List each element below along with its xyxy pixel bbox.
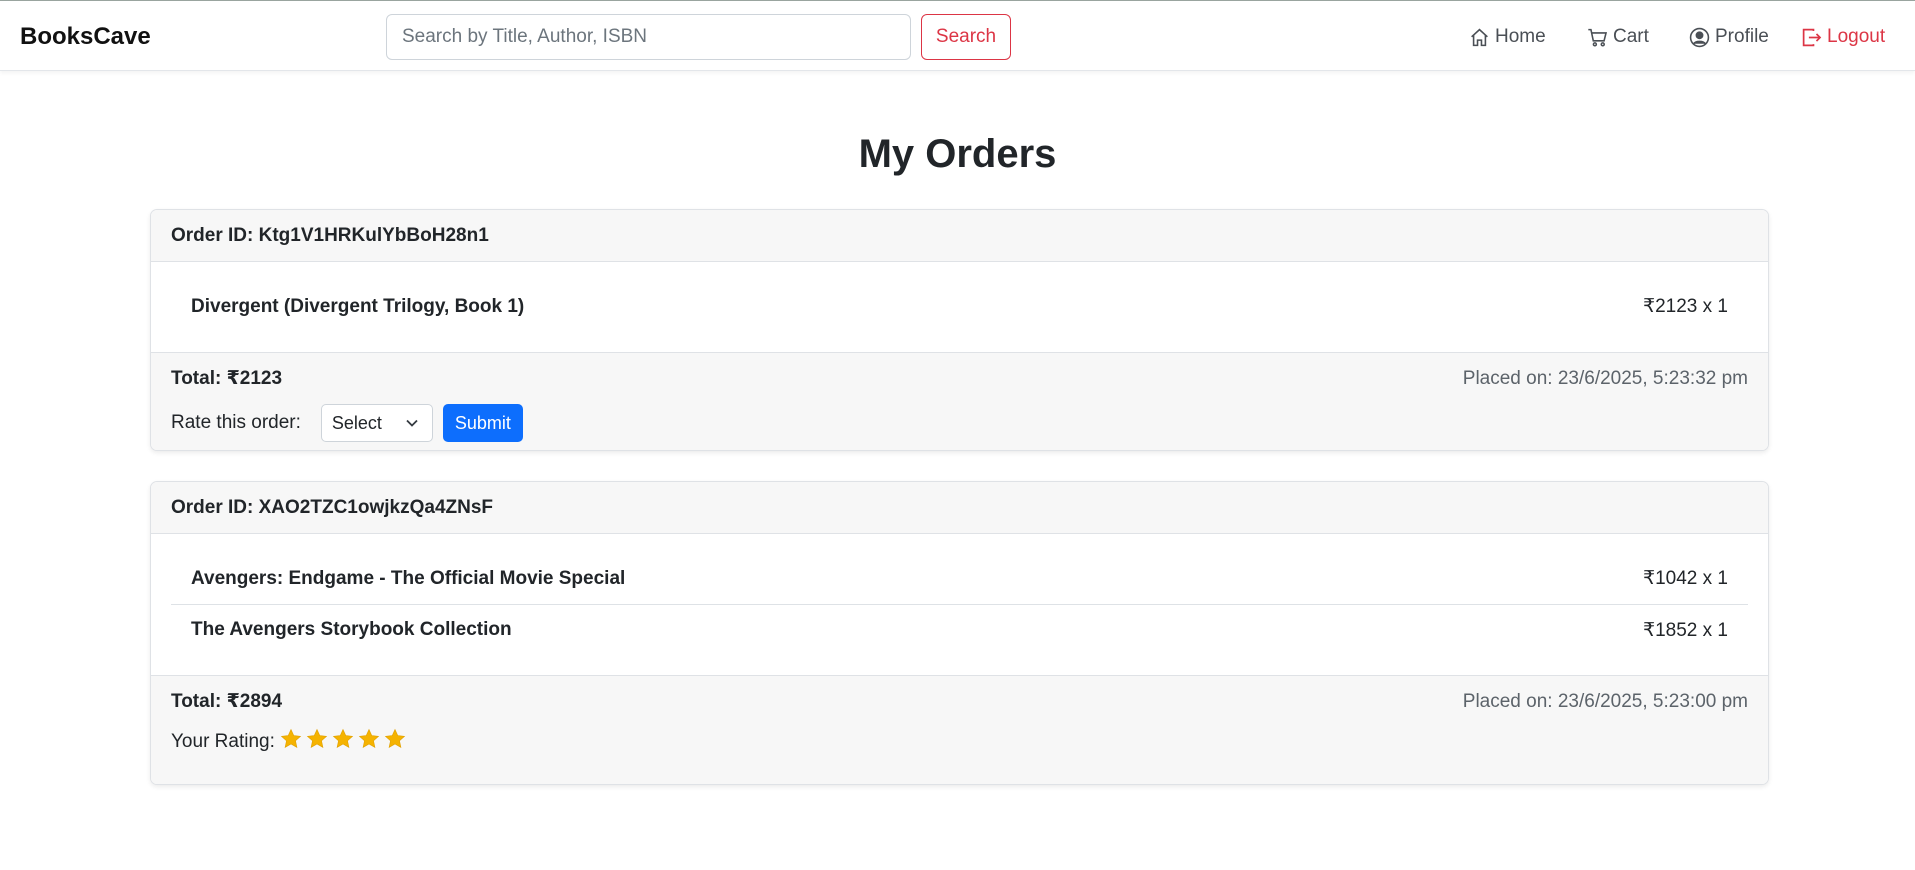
star-icon	[280, 728, 302, 748]
nav-cart-label: Cart	[1613, 26, 1649, 47]
list-item: The Avengers Storybook Collection ₹1852 …	[171, 604, 1748, 655]
order-id: Order ID: Ktg1V1HRKulYbBoH28n1	[151, 210, 1768, 262]
rating-select[interactable]: Select	[320, 404, 433, 442]
order-date: Placed on: 23/6/2025, 5:23:32 pm	[1462, 367, 1748, 389]
search-button[interactable]: Search	[921, 14, 1011, 60]
nav-logout-link[interactable]: Logout	[1801, 24, 1885, 50]
star-icon	[332, 728, 354, 748]
logout-icon	[1802, 28, 1822, 46]
order-items-list: Avengers: Endgame - The Official Movie S…	[151, 534, 1768, 675]
your-rating-row: Your Rating:	[171, 727, 1748, 757]
order-total: Total: ₹2123	[171, 368, 283, 389]
nav-cart-link[interactable]: Cart	[1587, 24, 1649, 50]
order-total: Total: ₹2894	[171, 691, 283, 712]
rating-label: Your Rating:	[171, 731, 275, 752]
order-footer: Total: ₹2894 Placed on: 23/6/2025, 5:23:…	[151, 675, 1768, 784]
star-rating	[279, 727, 409, 757]
nav-profile-link[interactable]: Profile	[1689, 24, 1769, 50]
list-item: Divergent (Divergent Trilogy, Book 1) ₹2…	[171, 281, 1748, 332]
chevron-down-icon	[406, 419, 418, 427]
item-title: Avengers: Endgame - The Official Movie S…	[191, 567, 626, 589]
star-icon	[306, 728, 328, 748]
order-footer: Total: ₹2123 Placed on: 23/6/2025, 5:23:…	[151, 352, 1768, 450]
home-icon	[1471, 28, 1488, 46]
order-date: Placed on: 23/6/2025, 5:23:00 pm	[1462, 690, 1748, 712]
search-input[interactable]	[386, 14, 911, 60]
nav-home-label: Home	[1495, 26, 1546, 47]
star-icon	[384, 728, 406, 748]
list-item: Avengers: Endgame - The Official Movie S…	[171, 553, 1748, 604]
nav-logout-label: Logout	[1827, 26, 1886, 47]
order-id: Order ID: XAO2TZC1owjkzQa4ZNsF	[151, 482, 1768, 534]
order-card: Order ID: XAO2TZC1owjkzQa4ZNsF Avengers:…	[150, 481, 1769, 785]
nav-home-link[interactable]: Home	[1469, 24, 1546, 50]
order-items-list: Divergent (Divergent Trilogy, Book 1) ₹2…	[151, 262, 1768, 352]
order-card: Order ID: Ktg1V1HRKulYbBoH28n1 Divergent…	[150, 209, 1769, 451]
user-circle-icon	[1689, 27, 1710, 47]
cart-icon	[1588, 28, 1608, 47]
navbar: BooksCave Search Home Cart Profile L	[0, 1, 1915, 71]
brand-logo[interactable]: BooksCave	[20, 23, 151, 51]
item-price: ₹1042 x 1	[1643, 568, 1728, 589]
nav-profile-label: Profile	[1715, 26, 1769, 47]
item-title: The Avengers Storybook Collection	[191, 619, 512, 640]
submit-rating-button[interactable]: Submit	[442, 404, 523, 442]
item-price: ₹1852 x 1	[1643, 619, 1728, 641]
page-title: My Orders	[858, 132, 1057, 176]
star-icon	[358, 728, 380, 748]
rating-select-value: Select	[331, 412, 382, 433]
item-price: ₹2123 x 1	[1643, 296, 1728, 317]
rate-label: Rate this order:	[171, 412, 301, 433]
rate-order-row: Rate this order: Select Submit	[171, 404, 1748, 442]
item-title: Divergent (Divergent Trilogy, Book 1)	[191, 295, 525, 317]
